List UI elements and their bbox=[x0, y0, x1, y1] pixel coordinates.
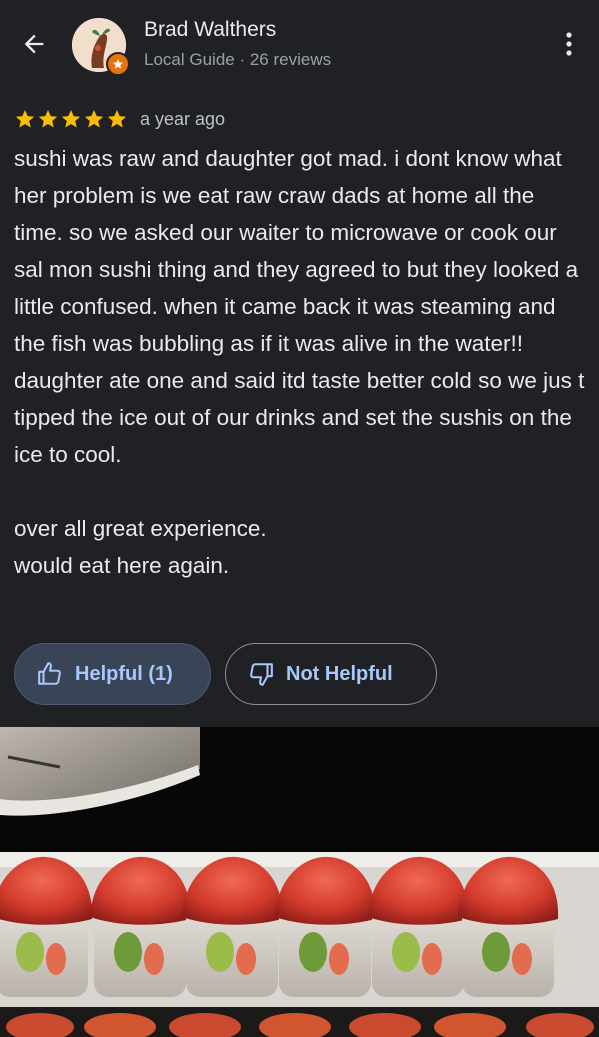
reviewer-name[interactable]: Brad Walthers bbox=[144, 18, 276, 42]
review-text: sushi was raw and daughter got mad. i do… bbox=[14, 146, 585, 578]
local-guide-badge bbox=[106, 52, 130, 76]
star-icon bbox=[84, 109, 104, 128]
avatar[interactable] bbox=[72, 18, 130, 76]
star-icon bbox=[15, 109, 35, 128]
star-rating bbox=[14, 108, 128, 130]
star-icon bbox=[38, 109, 58, 128]
sushi-roll bbox=[182, 856, 283, 997]
helpful-label: Helpful (1) bbox=[75, 662, 173, 685]
arrow-left-icon bbox=[24, 34, 44, 54]
review-date: a year ago bbox=[140, 108, 226, 129]
helpful-button[interactable]: Helpful (1) bbox=[14, 643, 211, 705]
sushi-roll bbox=[458, 856, 559, 997]
review-header: Brad Walthers Local Guide · 26 reviews bbox=[0, 0, 599, 95]
sushi-roll bbox=[275, 856, 376, 997]
thumbs-up-icon bbox=[38, 662, 61, 685]
rating-row: a year ago bbox=[14, 106, 225, 132]
star-badge-icon bbox=[113, 59, 123, 69]
review-photo[interactable] bbox=[0, 727, 599, 1037]
reviewer-meta: Local Guide · 26 reviews bbox=[144, 50, 332, 69]
sushi-roll bbox=[368, 856, 469, 997]
more-vertical-icon bbox=[566, 32, 572, 56]
sushi-roll bbox=[90, 856, 191, 997]
not-helpful-button[interactable]: Not Helpful bbox=[225, 643, 437, 705]
sushi-roll bbox=[0, 856, 93, 997]
review-actions: Helpful (1) Not Helpful bbox=[14, 643, 437, 707]
star-icon bbox=[107, 109, 127, 128]
thumbs-down-icon bbox=[250, 663, 273, 686]
sushi-rolls-photo bbox=[0, 727, 599, 1037]
more-options-button[interactable] bbox=[552, 24, 586, 64]
back-button[interactable] bbox=[14, 24, 54, 64]
star-icon bbox=[61, 109, 81, 128]
not-helpful-label: Not Helpful bbox=[286, 662, 393, 685]
